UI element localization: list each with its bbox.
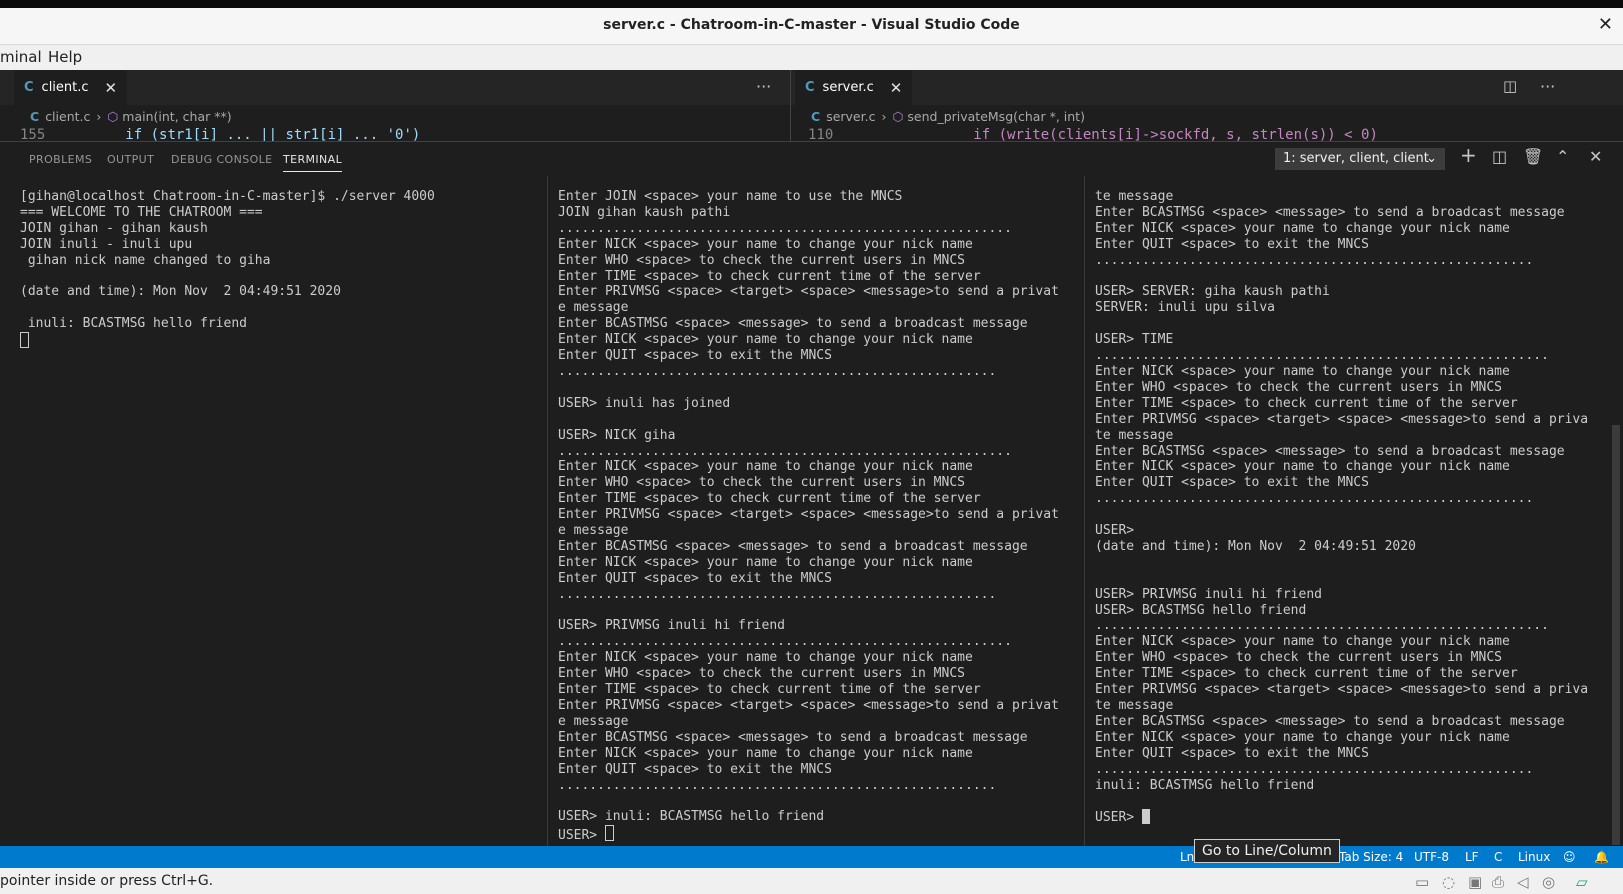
- line-number: 155: [20, 127, 46, 141]
- terminal-text: te message Enter BCASTMSG <space> <messa…: [1095, 189, 1589, 793]
- chevron-right-icon: ›: [881, 108, 887, 124]
- close-panel-icon[interactable]: ✕: [1589, 147, 1602, 166]
- c-file-icon: C: [805, 80, 815, 95]
- close-tab-icon[interactable]: ✕: [890, 79, 903, 97]
- status-bar: Ln Tab Size: 4 UTF-8 LF C Linux ☺ 🔔: [0, 846, 1623, 868]
- menu-terminal[interactable]: minal: [0, 48, 42, 66]
- code-line: if (write(clients[i]->sockfd, s, strlen(…: [973, 127, 1378, 141]
- terminal-cursor: [20, 332, 29, 349]
- terminal-prompt: USER>: [1095, 810, 1142, 826]
- more-actions-icon[interactable]: ···: [1540, 77, 1555, 96]
- c-file-icon: C: [811, 108, 821, 124]
- breadcrumb-symbol[interactable]: send_privateMsg(char *, int): [907, 109, 1085, 124]
- code-peek-left: 155 if (str1[i] ... || str1[i] ... '0'): [20, 127, 720, 141]
- status-os[interactable]: Linux: [1518, 850, 1550, 864]
- close-icon[interactable]: ✕: [1598, 14, 1613, 35]
- terminal-output: Enter JOIN <space> your name to use the …: [558, 189, 1059, 844]
- menu-help[interactable]: Help: [48, 48, 82, 66]
- chevron-up-icon[interactable]: ⌃: [1556, 147, 1569, 166]
- split-editor-icon[interactable]: ◫: [1503, 77, 1517, 95]
- new-terminal-icon[interactable]: +: [1460, 143, 1477, 167]
- split-terminal-icon[interactable]: ◫: [1492, 147, 1507, 166]
- c-file-icon: C: [30, 108, 40, 124]
- notes-icon[interactable]: ▱: [1576, 873, 1588, 891]
- title-bar: server.c - Chatroom-in-C-master - Visual…: [0, 8, 1623, 45]
- tooltip: Go to Line/Column: [1194, 839, 1340, 863]
- more-actions-icon[interactable]: ···: [756, 77, 771, 96]
- breadcrumb-right: C server.c › ⬡ send_privateMsg(char *, i…: [811, 105, 1085, 127]
- terminal-text: Enter JOIN <space> your name to use the …: [558, 189, 1059, 825]
- left-gutter: [0, 176, 10, 846]
- globe-icon[interactable]: ◌: [1442, 873, 1455, 891]
- method-icon: ⬡: [892, 108, 904, 124]
- status-encoding[interactable]: UTF-8: [1414, 850, 1449, 864]
- terminal-selector[interactable]: 1: server, client, client ⌄: [1275, 148, 1445, 170]
- volume-icon[interactable]: ◁: [1517, 873, 1529, 891]
- panel-header: PROBLEMS OUTPUT DEBUG CONSOLE TERMINAL 1…: [0, 141, 1623, 177]
- terminal-client-1[interactable]: Enter JOIN <space> your name to use the …: [548, 176, 1083, 846]
- breadcrumb-left: C client.c › ⬡ main(int, char **): [30, 105, 232, 127]
- status-eol[interactable]: LF: [1465, 850, 1479, 864]
- display-icon[interactable]: ▣: [1468, 873, 1482, 891]
- window-title: server.c - Chatroom-in-C-master - Visual…: [603, 17, 1020, 33]
- terminal-selector-value: 1: server, client, client: [1283, 151, 1429, 166]
- terminal-prompt: USER>: [558, 828, 605, 844]
- menu-bar: minal Help: [0, 45, 1623, 71]
- tabbar-right: C server.c ✕ ◫ ···: [791, 70, 1623, 105]
- tab-server-c[interactable]: C server.c ✕: [795, 70, 913, 105]
- bell-icon[interactable]: 🔔: [1594, 850, 1609, 864]
- method-icon: ⬡: [107, 108, 119, 124]
- close-tab-icon[interactable]: ✕: [105, 79, 118, 97]
- terminal-output: te message Enter BCASTMSG <space> <messa…: [1095, 189, 1588, 826]
- tabbar-left: C client.c ✕ ···: [0, 70, 790, 105]
- tab-output[interactable]: OUTPUT: [107, 153, 154, 166]
- code-peek-right: 110 if (write(clients[i]->sockfd, s, strl…: [808, 127, 1508, 141]
- breadcrumb-file[interactable]: client.c: [45, 109, 90, 124]
- tab-label: server.c: [822, 80, 874, 95]
- tab-terminal[interactable]: TERMINAL: [283, 153, 343, 172]
- terminal-output: [gihan@localhost Chatroom-in-C-master]$ …: [20, 189, 435, 351]
- trash-icon[interactable]: 🗑: [1523, 147, 1543, 166]
- chevron-right-icon: ›: [96, 108, 102, 124]
- chevron-down-icon: ⌄: [1426, 151, 1437, 166]
- breadcrumb-file[interactable]: server.c: [826, 109, 875, 124]
- editor-area: C client.c ✕ ··· C client.c › ⬡ main(int…: [0, 70, 1623, 141]
- settings-icon[interactable]: ◎: [1542, 873, 1555, 891]
- status-language[interactable]: C: [1494, 850, 1502, 864]
- tab-problems[interactable]: PROBLEMS: [29, 153, 92, 166]
- printer-icon[interactable]: ⎙: [1492, 873, 1504, 891]
- breadcrumb-symbol[interactable]: main(int, char **): [122, 109, 231, 124]
- status-tab-size[interactable]: Tab Size: 4: [1339, 850, 1403, 864]
- tab-client-c[interactable]: C client.c ✕: [14, 70, 128, 105]
- feedback-icon[interactable]: ☺: [1563, 850, 1576, 864]
- code-line: if (str1[i] ... || str1[i] ... '0'): [125, 127, 421, 141]
- line-number: 110: [808, 127, 834, 141]
- status-line-column[interactable]: Ln: [1180, 850, 1194, 864]
- top-edge: [0, 0, 1623, 8]
- hint-message: pointer inside or press Ctrl+G.: [0, 873, 214, 889]
- tab-label: client.c: [41, 80, 89, 95]
- terminal-client-2[interactable]: te message Enter BCASTMSG <space> <messa…: [1085, 176, 1611, 846]
- terminal-cursor: [1141, 809, 1150, 825]
- os-bottom-bar: pointer inside or press Ctrl+G. ▭ ◌ ▣ ⎙ …: [0, 868, 1623, 894]
- tab-debug-console[interactable]: DEBUG CONSOLE: [171, 153, 273, 166]
- terminal-server[interactable]: [gihan@localhost Chatroom-in-C-master]$ …: [10, 176, 546, 846]
- terminal-text: [gihan@localhost Chatroom-in-C-master]$ …: [20, 189, 435, 332]
- c-file-icon: C: [24, 80, 34, 95]
- terminal-scrollbar[interactable]: [1612, 425, 1620, 845]
- terminal-cursor: [604, 825, 614, 842]
- network-icon[interactable]: ▭: [1415, 873, 1429, 891]
